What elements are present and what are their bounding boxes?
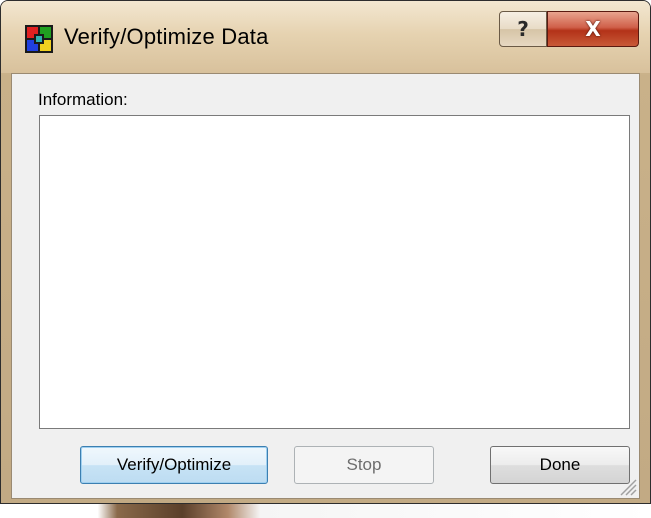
resize-grip-icon[interactable] <box>617 476 637 496</box>
window-title: Verify/Optimize Data <box>64 24 269 49</box>
stop-button[interactable]: Stop <box>294 446 434 484</box>
information-box[interactable] <box>39 115 630 429</box>
dialog-window: Verify/Optimize Data ? X Information: Ve… <box>0 0 651 504</box>
dialog-body: Information: Verify/Optimize Stop Done <box>11 73 640 499</box>
help-icon: ? <box>517 17 529 41</box>
title-bar[interactable]: Verify/Optimize Data ? X <box>1 1 650 73</box>
desktop-background <box>0 502 651 518</box>
verify-optimize-button[interactable]: Verify/Optimize <box>80 446 268 484</box>
close-button[interactable]: X <box>547 11 639 47</box>
app-grid-icon <box>25 25 53 53</box>
help-button[interactable]: ? <box>499 11 547 47</box>
information-label: Information: <box>38 90 128 109</box>
close-icon: X <box>585 17 601 41</box>
done-button[interactable]: Done <box>490 446 630 484</box>
